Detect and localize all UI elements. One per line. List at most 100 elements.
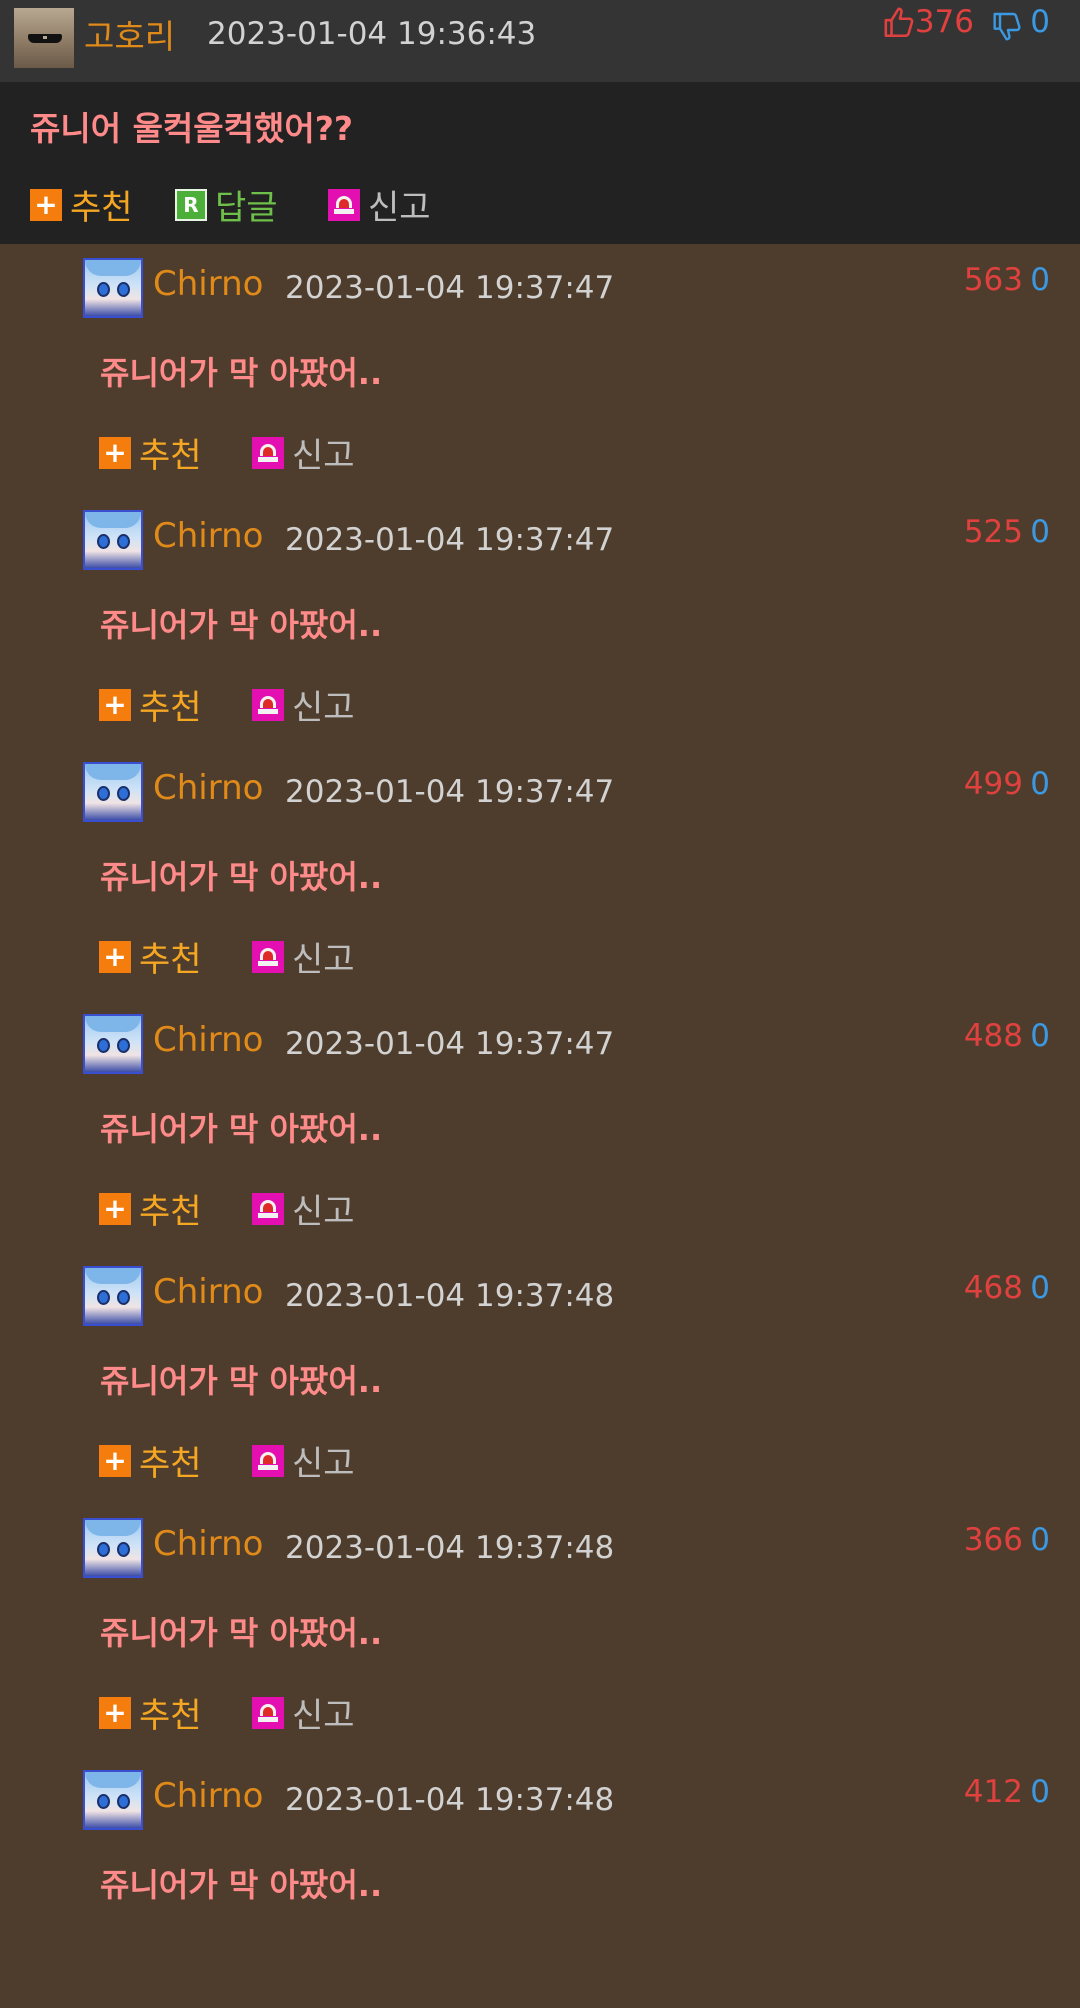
siren-icon: [252, 1444, 284, 1477]
comment-recommend-button[interactable]: + 추천: [99, 932, 202, 981]
author-avatar[interactable]: [14, 8, 74, 68]
comment-recommend-button[interactable]: + 추천: [99, 1436, 202, 1485]
comment-text: 쥬니어가 막 아팠어..: [100, 1362, 383, 1400]
comment-datetime: 2023-01-04 19:37:47: [285, 270, 615, 306]
comment-author[interactable]: Chirno: [153, 1020, 263, 1060]
comment-downvote-count[interactable]: 0: [1030, 1270, 1050, 1306]
plus-icon: +: [99, 1696, 131, 1729]
comment-downvote-count[interactable]: 0: [1030, 262, 1050, 298]
commenter-avatar[interactable]: [83, 762, 143, 822]
post-title: 쥬니어 울컥울컥했어??: [30, 109, 354, 148]
comment-downvote-count[interactable]: 0: [1030, 514, 1050, 550]
post-author[interactable]: 고호리: [84, 10, 175, 58]
comment-item: Chirno 2023-01-04 19:37:48 468 0 쥬니어가 막 …: [0, 1252, 1080, 1504]
comment-recommend-button[interactable]: + 추천: [99, 680, 202, 729]
report-label: 신고: [292, 940, 355, 980]
reply-label: 답글: [215, 188, 278, 228]
commenter-avatar[interactable]: [83, 1518, 143, 1578]
thumbs-down-icon[interactable]: [992, 10, 1024, 42]
comment-text: 쥬니어가 막 아팠어..: [100, 606, 383, 644]
comment-item: Chirno 2023-01-04 19:37:48 412 0 쥬니어가 막 …: [0, 1756, 1080, 2008]
comment-recommend-button[interactable]: + 추천: [99, 1184, 202, 1233]
report-label: 신고: [368, 188, 431, 228]
plus-icon: +: [99, 1444, 131, 1477]
comment-datetime: 2023-01-04 19:37:48: [285, 1278, 615, 1314]
recommend-button[interactable]: + 추천: [30, 180, 133, 229]
siren-icon: [252, 940, 284, 973]
post-downvote-count: 0: [1030, 4, 1050, 40]
comment-upvote-count[interactable]: 563: [964, 262, 1023, 298]
report-label: 신고: [292, 1444, 355, 1484]
comment-text: 쥬니어가 막 아팠어..: [100, 1614, 383, 1652]
comment-upvote-count[interactable]: 412: [964, 1774, 1023, 1810]
comment-item: Chirno 2023-01-04 19:37:47 499 0 쥬니어가 막 …: [0, 748, 1080, 1000]
comment-upvote-count[interactable]: 488: [964, 1018, 1023, 1054]
comment-upvote-count[interactable]: 499: [964, 766, 1023, 802]
post-datetime: 2023-01-04 19:36:43: [207, 16, 537, 52]
comment-text: 쥬니어가 막 아팠어..: [100, 354, 383, 392]
recommend-label: 추천: [139, 1696, 202, 1736]
comment-upvote-count[interactable]: 525: [964, 514, 1023, 550]
post-body: 쥬니어 울컥울컥했어?? + 추천 R 답글 신고: [0, 82, 1080, 244]
commenter-avatar[interactable]: [83, 510, 143, 570]
reply-button[interactable]: R 답글: [175, 180, 278, 229]
comment-author[interactable]: Chirno: [153, 1524, 263, 1564]
comment-item: Chirno 2023-01-04 19:37:48 366 0 쥬니어가 막 …: [0, 1504, 1080, 1756]
comment-report-button[interactable]: 신고: [252, 1436, 355, 1485]
report-label: 신고: [292, 688, 355, 728]
siren-icon: [252, 1192, 284, 1225]
comment-upvote-count[interactable]: 468: [964, 1270, 1023, 1306]
comment-downvote-count[interactable]: 0: [1030, 766, 1050, 802]
recommend-label: 추천: [139, 940, 202, 980]
commenter-avatar[interactable]: [83, 258, 143, 318]
comment-author[interactable]: Chirno: [153, 516, 263, 556]
recommend-label: 추천: [139, 436, 202, 476]
plus-icon: +: [99, 436, 131, 469]
report-label: 신고: [292, 436, 355, 476]
siren-icon: [328, 188, 360, 221]
plus-icon: +: [99, 688, 131, 721]
comment-downvote-count[interactable]: 0: [1030, 1774, 1050, 1810]
comment-datetime: 2023-01-04 19:37:48: [285, 1530, 615, 1566]
report-label: 신고: [292, 1696, 355, 1736]
post-header: 고호리 2023-01-04 19:36:43 376 0: [0, 0, 1080, 82]
comment-text: 쥬니어가 막 아팠어..: [100, 1110, 383, 1148]
comment-report-button[interactable]: 신고: [252, 428, 355, 477]
comment-datetime: 2023-01-04 19:37:47: [285, 522, 615, 558]
comment-item: Chirno 2023-01-04 19:37:47 488 0 쥬니어가 막 …: [0, 1000, 1080, 1252]
commenter-avatar[interactable]: [83, 1266, 143, 1326]
thumbs-up-icon[interactable]: [883, 6, 917, 40]
comment-report-button[interactable]: 신고: [252, 680, 355, 729]
comment-downvote-count[interactable]: 0: [1030, 1522, 1050, 1558]
commenter-avatar[interactable]: [83, 1770, 143, 1830]
comment-recommend-button[interactable]: + 추천: [99, 428, 202, 477]
recommend-label: 추천: [139, 1444, 202, 1484]
comment-author[interactable]: Chirno: [153, 768, 263, 808]
comment-text: 쥬니어가 막 아팠어..: [100, 1866, 383, 1904]
recommend-label: 추천: [139, 1192, 202, 1232]
comment-report-button[interactable]: 신고: [252, 1184, 355, 1233]
report-label: 신고: [292, 1192, 355, 1232]
recommend-label: 추천: [70, 188, 133, 228]
comment-text: 쥬니어가 막 아팠어..: [100, 858, 383, 896]
siren-icon: [252, 688, 284, 721]
comment-author[interactable]: Chirno: [153, 264, 263, 304]
comment-author[interactable]: Chirno: [153, 1776, 263, 1816]
plus-icon: +: [99, 1192, 131, 1225]
plus-icon: +: [30, 188, 62, 221]
comment-datetime: 2023-01-04 19:37:47: [285, 774, 615, 810]
comment-downvote-count[interactable]: 0: [1030, 1018, 1050, 1054]
comment-item: Chirno 2023-01-04 19:37:47 563 0 쥬니어가 막 …: [0, 244, 1080, 496]
recommend-label: 추천: [139, 688, 202, 728]
comment-item: Chirno 2023-01-04 19:37:47 525 0 쥬니어가 막 …: [0, 496, 1080, 748]
comment-upvote-count[interactable]: 366: [964, 1522, 1023, 1558]
comment-author[interactable]: Chirno: [153, 1272, 263, 1312]
siren-icon: [252, 436, 284, 469]
comment-datetime: 2023-01-04 19:37:47: [285, 1026, 615, 1062]
commenter-avatar[interactable]: [83, 1014, 143, 1074]
comment-recommend-button[interactable]: + 추천: [99, 1688, 202, 1737]
comment-report-button[interactable]: 신고: [252, 1688, 355, 1737]
reply-r-icon: R: [175, 188, 207, 221]
comment-report-button[interactable]: 신고: [252, 932, 355, 981]
report-button[interactable]: 신고: [328, 180, 431, 229]
